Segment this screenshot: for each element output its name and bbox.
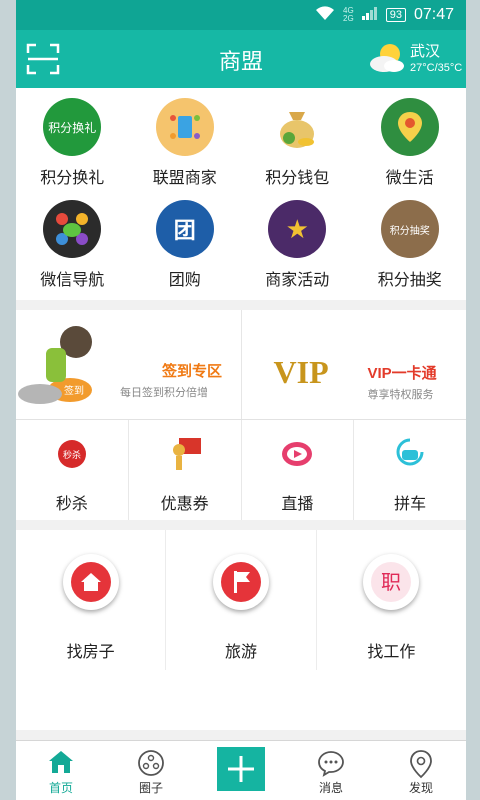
house-icon bbox=[62, 554, 119, 610]
grid-item-gift-exchange[interactable]: 积分换礼 积分换礼 bbox=[16, 94, 129, 196]
grid-item-label: 团购 bbox=[168, 272, 201, 289]
grid-item-label: 微生活 bbox=[385, 170, 434, 187]
clock: 07:47 bbox=[413, 6, 454, 23]
app-screen: 4G 2G 93 07:47 商盟 武汉 27°C/35°C 积分换礼 积分换礼 bbox=[16, 0, 466, 800]
svg-text:职: 职 bbox=[381, 570, 401, 594]
grid-item-micro-life[interactable]: 微生活 bbox=[354, 94, 467, 196]
coupon-icon bbox=[165, 434, 205, 474]
quick-live[interactable]: 直播 bbox=[240, 420, 354, 520]
service-find-job[interactable]: 职 找工作 bbox=[315, 530, 466, 670]
vip-subtitle: 尊享特权服务 bbox=[367, 389, 434, 401]
grid-item-merchant-alliance[interactable]: 联盟商家 bbox=[129, 94, 242, 196]
tab-discover[interactable]: 发现 bbox=[376, 741, 466, 800]
add-icon bbox=[217, 747, 265, 791]
service-find-house[interactable]: 找房子 bbox=[16, 530, 165, 670]
live-play-icon bbox=[277, 434, 317, 474]
group-buy-icon: 团 bbox=[155, 200, 214, 258]
vip-title: VIP一卡通 bbox=[367, 365, 437, 382]
weather-temp: 27°C/35°C bbox=[410, 62, 463, 74]
tab-label: 圈子 bbox=[138, 781, 163, 795]
quick-coupon[interactable]: 优惠券 bbox=[127, 420, 241, 520]
quick-flash-sale[interactable]: 秒杀 秒杀 bbox=[16, 420, 128, 520]
flash-sale-icon: 秒杀 bbox=[52, 434, 92, 474]
signal-icon bbox=[361, 6, 378, 25]
map-pin-leaf-icon bbox=[380, 98, 439, 156]
grid-item-group-buy[interactable]: 团 团购 bbox=[129, 196, 242, 298]
tab-label: 消息 bbox=[318, 781, 343, 795]
network-2g: 2G bbox=[343, 14, 354, 23]
merchant-alliance-icon bbox=[155, 98, 214, 156]
tab-label: 发现 bbox=[408, 781, 433, 795]
carpool-icon bbox=[390, 434, 430, 474]
checkin-title: 签到专区 bbox=[162, 363, 223, 380]
star-activity-icon: ★ bbox=[268, 200, 327, 258]
circle-icon bbox=[137, 749, 165, 782]
grid-item-label: 积分钱包 bbox=[265, 170, 330, 187]
service-label: 找工作 bbox=[367, 644, 416, 661]
weather-widget[interactable]: 武汉 27°C/35°C bbox=[366, 36, 466, 84]
status-bar: 4G 2G 93 07:47 bbox=[16, 0, 466, 30]
top-bar: 商盟 武汉 27°C/35°C bbox=[16, 30, 466, 88]
money-bag-icon bbox=[268, 98, 327, 156]
feature-grid: 积分换礼 积分换礼 联盟商家 积分钱包 微生活 微信导航 团 团购 ★ 商家活动… bbox=[16, 88, 466, 300]
grid-item-label: 积分抽奖 bbox=[377, 272, 442, 289]
wifi-icon bbox=[315, 5, 335, 26]
vip-logo-icon: VIP bbox=[273, 354, 329, 390]
tab-add[interactable] bbox=[196, 741, 286, 800]
vip-card-banner[interactable]: VIP VIP一卡通 尊享特权服务 bbox=[240, 310, 467, 419]
checkin-subtitle: 每日签到积分倍增 bbox=[120, 387, 208, 399]
wechat-hands-icon bbox=[43, 200, 102, 258]
grid-item-merchant-activity[interactable]: ★ 商家活动 bbox=[241, 196, 354, 298]
message-icon bbox=[317, 749, 345, 782]
lottery-icon: 积分抽奖 bbox=[380, 200, 439, 258]
grid-item-label: 联盟商家 bbox=[152, 170, 217, 187]
svg-text:秒杀: 秒杀 bbox=[63, 449, 81, 461]
quick-label: 优惠券 bbox=[160, 496, 209, 513]
network-type: 4G 2G bbox=[343, 7, 354, 23]
quick-label: 秒杀 bbox=[55, 496, 88, 513]
home-icon bbox=[47, 749, 75, 780]
tab-circle[interactable]: 圈子 bbox=[106, 741, 196, 800]
grid-item-label: 商家活动 bbox=[265, 272, 330, 289]
bottom-nav: 首页 圈子 消息 发现 bbox=[16, 740, 466, 800]
checkin-badge: 签到 bbox=[64, 386, 84, 397]
grid-item-wechat-nav[interactable]: 微信导航 bbox=[16, 196, 129, 298]
tab-messages[interactable]: 消息 bbox=[286, 741, 376, 800]
weather-city: 武汉 bbox=[410, 43, 441, 60]
grid-item-label: 微信导航 bbox=[40, 272, 105, 289]
promo-section: 签到 签到专区 每日签到积分倍增 VIP VIP一卡通 尊享特权服务 秒杀 秒杀 bbox=[16, 310, 466, 520]
services-section: 找房子 旅游 职 找工作 bbox=[16, 530, 466, 730]
checkin-mascot-icon bbox=[16, 320, 108, 415]
grid-item-label: 积分换礼 bbox=[40, 170, 105, 187]
service-label: 旅游 bbox=[224, 644, 257, 661]
tab-home[interactable]: 首页 bbox=[16, 741, 106, 800]
flag-icon bbox=[212, 554, 269, 610]
quick-carpool[interactable]: 拼车 bbox=[353, 420, 466, 520]
sun-cloud-icon bbox=[368, 40, 408, 81]
service-travel[interactable]: 旅游 bbox=[165, 530, 315, 670]
battery-indicator: 93 bbox=[385, 8, 406, 22]
grid-item-lottery[interactable]: 积分抽奖 积分抽奖 bbox=[354, 196, 467, 298]
tab-label: 首页 bbox=[48, 781, 73, 795]
job-icon: 职 bbox=[363, 554, 420, 610]
quick-label: 拼车 bbox=[394, 496, 427, 513]
gift-exchange-icon: 积分换礼 bbox=[43, 98, 102, 156]
grid-item-wallet[interactable]: 积分钱包 bbox=[241, 94, 354, 196]
checkin-banner[interactable]: 签到 签到专区 每日签到积分倍增 bbox=[16, 310, 241, 419]
quick-label: 直播 bbox=[281, 496, 314, 513]
service-label: 找房子 bbox=[66, 644, 115, 661]
quick-actions: 秒杀 秒杀 优惠券 直播 拼车 bbox=[16, 420, 466, 520]
